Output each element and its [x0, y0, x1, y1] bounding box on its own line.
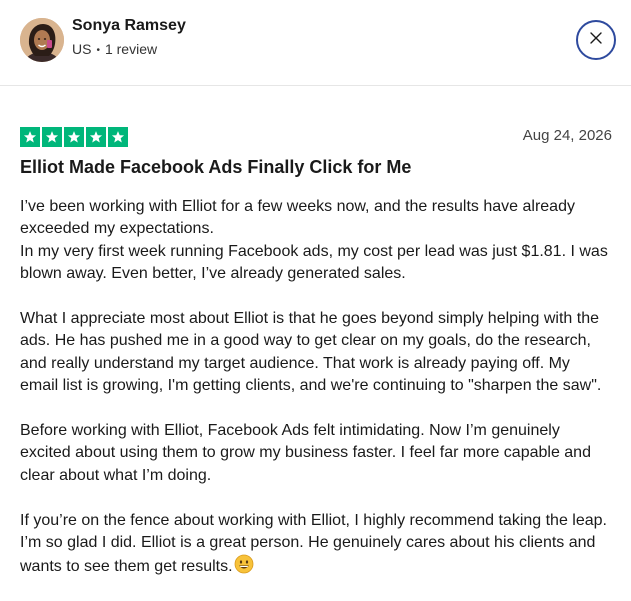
review-title: Elliot Made Facebook Ads Finally Click f… — [20, 157, 412, 177]
star-icon — [108, 127, 128, 147]
review-body: I’ve been working with Elliot for a few … — [20, 196, 612, 601]
meta-separator: • — [96, 45, 100, 56]
reviewer-country: US — [72, 41, 92, 57]
close-button[interactable] — [576, 20, 616, 60]
review-header: Sonya Ramsey US • 1 review — [0, 0, 631, 86]
review-line: If you’re on the fence about working wit… — [20, 511, 607, 576]
star-icon — [42, 127, 62, 147]
reviewer-name[interactable]: Sonya Ramsey — [72, 17, 186, 35]
review-paragraph: I’ve been working with Elliot for a few … — [20, 196, 612, 286]
review-paragraph: What I appreciate most about Elliot is t… — [20, 310, 602, 395]
grinning-face-emoji-icon — [234, 554, 254, 581]
reviewer-meta: US • 1 review — [72, 41, 157, 57]
star-rating — [20, 127, 128, 147]
review-paragraph: If you’re on the fence about working wit… — [20, 510, 612, 582]
review-line: I’ve been working with Elliot for a few … — [20, 198, 575, 238]
star-icon — [64, 127, 84, 147]
review-line: In my very first week running Facebook a… — [20, 242, 608, 283]
avatar — [20, 18, 64, 62]
review-date: Aug 24, 2026 — [522, 127, 612, 144]
star-icon — [86, 127, 106, 147]
review-page: Sonya Ramsey US • 1 review Aug 24, 2026 … — [0, 0, 631, 601]
close-icon — [590, 31, 602, 49]
reviewer-review-count: 1 review — [104, 41, 158, 57]
review-paragraph: Before working with Elliot, Facebook Ads… — [20, 422, 591, 484]
star-icon — [20, 127, 40, 147]
